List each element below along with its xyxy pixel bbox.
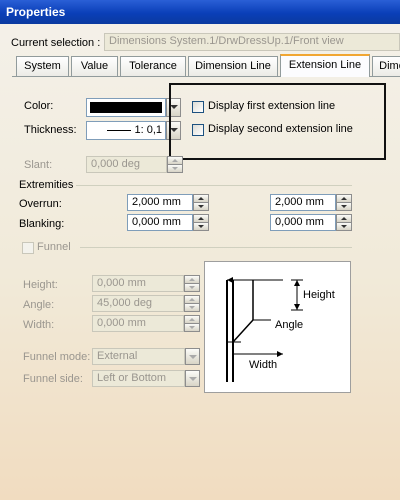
tab-extension-line[interactable]: Extension Line — [280, 54, 370, 77]
funnel-height-spinner — [184, 275, 200, 292]
funnel-checkbox[interactable] — [22, 242, 34, 254]
blanking-label: Blanking: — [19, 218, 65, 230]
blanking-first-spinner[interactable] — [193, 214, 209, 231]
display-first-extension-line-label: Display first extension line — [208, 100, 336, 112]
diagram-height-label: Height — [303, 289, 335, 301]
current-selection-label: Current selection : — [11, 37, 101, 49]
funnel-width-spinner — [184, 315, 200, 332]
overrun-first-field[interactable]: 2,000 mm — [127, 194, 193, 211]
tab-dime[interactable]: Dime — [372, 56, 400, 76]
funnel-side-dropdown-arrow — [185, 370, 200, 387]
funnel-width-field: 0,000 mm — [92, 315, 184, 332]
overrun-second-field[interactable]: 2,000 mm — [270, 194, 336, 211]
display-first-extension-line-checkbox[interactable] — [192, 101, 204, 113]
highlight-box — [169, 83, 386, 160]
color-swatch — [90, 102, 162, 113]
diagram-angle-label: Angle — [275, 319, 304, 331]
thickness-value: 1: 0,1 — [134, 124, 162, 136]
funnel-mode-select: External — [92, 348, 185, 365]
funnel-mode-label: Funnel mode: — [23, 351, 91, 363]
funnel-angle-label: Angle: — [23, 299, 55, 311]
funnel-angle-spinner — [184, 295, 200, 312]
funnel-label: Funnel — [37, 241, 71, 253]
funnel-height-label: Height: — [23, 279, 58, 291]
funnel-width-label: Width: — [23, 319, 55, 331]
funnel-side-label: Funnel side: — [23, 373, 83, 385]
extremities-heading: Extremities — [19, 179, 74, 191]
funnel-side-select: Left or Bottom — [92, 370, 185, 387]
overrun-label: Overrun: — [19, 198, 62, 210]
slant-field: 0,000 deg — [86, 156, 167, 173]
overrun-second-spinner[interactable] — [336, 194, 352, 211]
funnel-mode-dropdown-arrow — [185, 348, 200, 365]
color-field[interactable] — [86, 98, 166, 117]
extremities-divider — [76, 185, 352, 186]
funnel-diagram: Height Angle Width — [204, 261, 351, 393]
tab-dimension-line[interactable]: Dimension Line — [188, 56, 278, 76]
funnel-height-field: 0,000 mm — [92, 275, 184, 292]
window-title: Properties — [0, 0, 400, 24]
thickness-field[interactable]: 1: 0,1 — [86, 121, 166, 140]
overrun-first-spinner[interactable] — [193, 194, 209, 211]
display-second-extension-line-label: Display second extension line — [208, 123, 353, 135]
blanking-second-field[interactable]: 0,000 mm — [270, 214, 336, 231]
diagram-width-label: Width — [249, 359, 278, 371]
thickness-label: Thickness: — [24, 124, 77, 136]
display-second-extension-line-checkbox[interactable] — [192, 124, 204, 136]
slant-label: Slant: — [24, 159, 53, 171]
funnel-angle-field: 45,000 deg — [92, 295, 184, 312]
blanking-second-spinner[interactable] — [336, 214, 352, 231]
color-label: Color: — [24, 100, 54, 112]
tab-value[interactable]: Value — [71, 56, 118, 76]
tab-tolerance[interactable]: Tolerance — [120, 56, 186, 76]
current-selection-field: Dimensions System.1/DrwDressUp.1/Front v… — [104, 33, 400, 51]
blanking-first-field[interactable]: 0,000 mm — [127, 214, 193, 231]
thickness-line-preview — [107, 130, 131, 131]
slant-spinner — [167, 156, 183, 173]
tab-system[interactable]: System — [16, 56, 69, 76]
funnel-divider — [80, 247, 352, 248]
